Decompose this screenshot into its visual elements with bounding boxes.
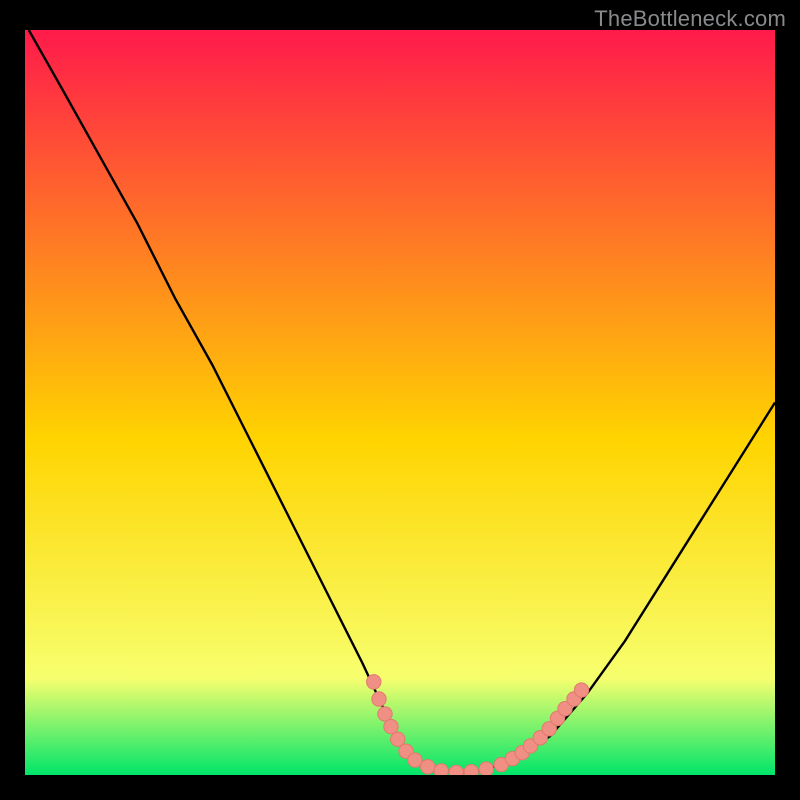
curve-marker [408,753,422,767]
attribution-label: TheBottleneck.com [594,6,786,32]
gradient-background [25,30,775,775]
chart-svg [25,30,775,775]
plot-area [25,30,775,775]
curve-marker [434,764,448,775]
curve-marker [574,683,588,697]
curve-marker [449,765,463,775]
curve-marker [372,692,386,706]
curve-marker [421,760,435,774]
curve-marker [367,675,381,689]
chart-stage: TheBottleneck.com [0,0,800,800]
curve-marker [479,762,493,775]
curve-marker [384,719,398,733]
curve-marker [464,764,478,775]
